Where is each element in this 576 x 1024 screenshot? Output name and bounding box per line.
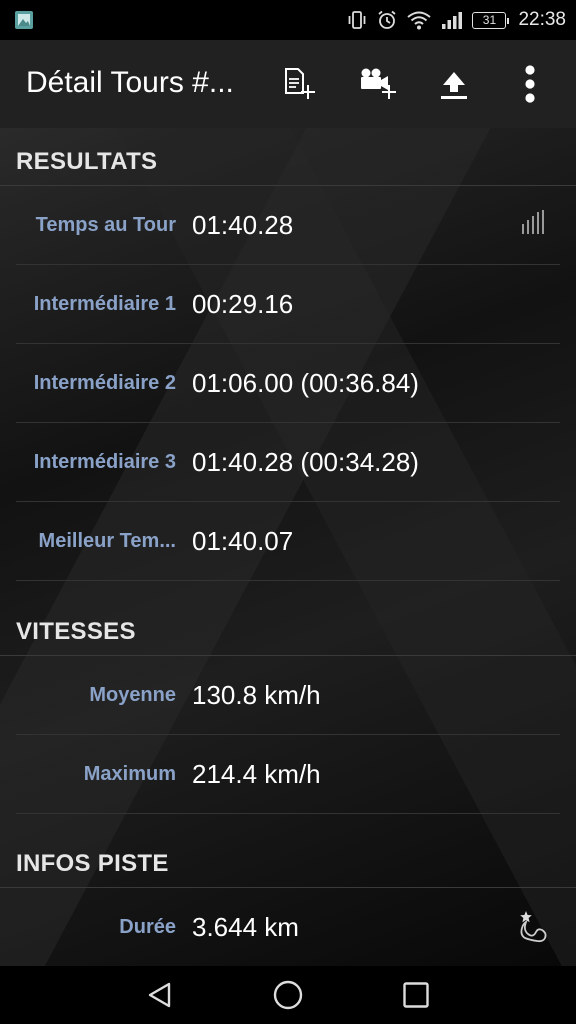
wifi-icon xyxy=(407,11,432,30)
row-value: 01:06.00 (00:36.84) xyxy=(192,368,419,398)
section-header-speeds: VITESSES xyxy=(0,598,576,656)
row-split-1[interactable]: Intermédiaire 1 00:29.16 xyxy=(0,265,576,344)
home-button[interactable] xyxy=(268,975,308,1015)
image-icon xyxy=(15,11,33,29)
battery-icon: 31 xyxy=(472,11,510,29)
home-icon xyxy=(273,980,303,1010)
row-value: 214.4 km/h xyxy=(192,759,321,789)
row-label: Intermédiaire 2 xyxy=(33,372,176,394)
row-label: Moyenne xyxy=(89,684,176,706)
page-title: Détail Tours #... xyxy=(26,66,234,99)
recents-icon xyxy=(403,982,429,1008)
row-split-2[interactable]: Intermédiaire 2 01:06.00 (00:36.84) xyxy=(0,344,576,423)
back-button[interactable] xyxy=(140,975,180,1015)
app-bar: Détail Tours #... xyxy=(0,40,576,128)
row-max-speed[interactable]: Maximum 214.4 km/h xyxy=(0,735,576,814)
recents-button[interactable] xyxy=(396,975,436,1015)
row-label: Meilleur Tem... xyxy=(38,530,176,552)
upload-icon xyxy=(441,72,467,99)
row-value: 3.644 km xyxy=(192,912,299,942)
add-video-button[interactable] xyxy=(356,62,400,106)
add-video-icon xyxy=(361,68,396,99)
divider xyxy=(16,580,560,581)
back-icon xyxy=(148,982,171,1008)
add-note-button[interactable] xyxy=(278,62,322,106)
add-note-icon xyxy=(285,68,315,99)
row-value: 01:40.28 (00:34.28) xyxy=(192,447,419,477)
vibrate-icon xyxy=(349,11,366,29)
navigation-bar xyxy=(0,966,576,1024)
row-lap-time[interactable]: Temps au Tour 01:40.28 xyxy=(0,186,576,265)
row-value: 00:29.16 xyxy=(192,289,294,319)
track-icon[interactable] xyxy=(516,908,552,944)
row-value: 130.8 km/h xyxy=(192,680,321,710)
alarm-icon xyxy=(378,10,397,29)
row-label: Intermédiaire 3 xyxy=(33,451,176,473)
section-title: RESULTATS xyxy=(16,148,158,175)
row-split-3[interactable]: Intermédiaire 3 01:40.28 (00:34.28) xyxy=(0,423,576,502)
upload-button[interactable] xyxy=(432,62,476,106)
lap-detail-content[interactable]: RESULTATS Temps au Tour 01:40.28 Intermé… xyxy=(0,128,576,966)
status-time: 22:38 xyxy=(518,9,566,30)
section-title: VITESSES xyxy=(16,618,136,645)
section-header-track: INFOS PISTE xyxy=(0,830,576,888)
signal-icon xyxy=(442,12,463,29)
section-header-results: RESULTATS xyxy=(0,128,576,186)
row-value: 01:40.07 xyxy=(192,526,294,556)
row-value: 01:40.28 xyxy=(192,210,294,240)
more-options-button[interactable] xyxy=(508,62,552,106)
more-vert-icon xyxy=(525,65,535,103)
row-label: Maximum xyxy=(83,763,176,785)
row-average-speed[interactable]: Moyenne 130.8 km/h xyxy=(0,656,576,735)
row-best-time[interactable]: Meilleur Tem... 01:40.07 xyxy=(0,502,576,581)
row-label: Intermédiaire 1 xyxy=(33,293,176,315)
bar-chart-icon[interactable] xyxy=(516,206,552,242)
section-title: INFOS PISTE xyxy=(16,850,169,877)
row-label: Durée xyxy=(119,916,176,938)
row-label: Temps au Tour xyxy=(35,214,176,236)
divider xyxy=(16,813,560,814)
status-bar: 31 22:38 xyxy=(0,0,576,40)
battery-level: 31 xyxy=(482,13,497,27)
row-track-length[interactable]: Durée 3.644 km xyxy=(0,888,576,966)
